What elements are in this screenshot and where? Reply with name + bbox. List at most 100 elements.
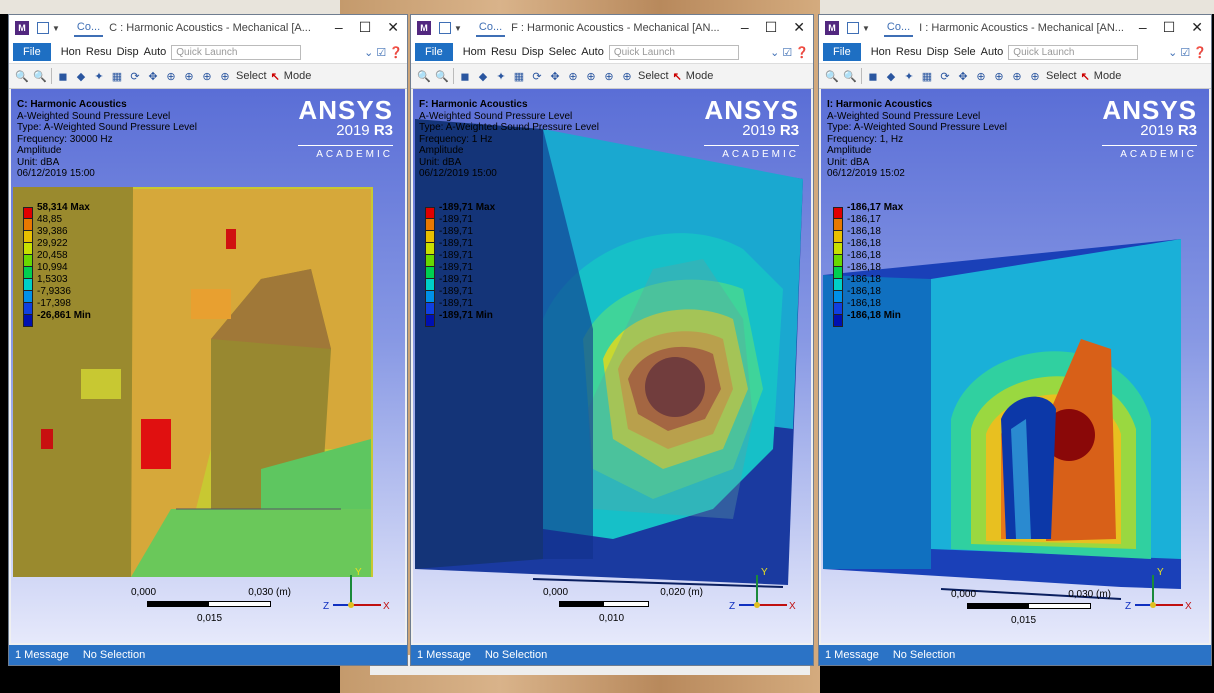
- zoom-box-icon[interactable]: ⊕: [182, 69, 196, 83]
- ribbon-tab-home[interactable]: Hom: [463, 46, 486, 58]
- zoom-in-icon[interactable]: ⊕: [974, 69, 988, 83]
- zoom-fit-icon[interactable]: ⊕: [602, 69, 616, 83]
- quick-launch-input[interactable]: Quick Launch: [608, 44, 739, 60]
- tab-co[interactable]: Co...: [883, 19, 914, 37]
- quick-launch-input[interactable]: Quick Launch: [1008, 44, 1139, 60]
- ribbon-tab-selection[interactable]: Sele: [954, 46, 976, 58]
- messages-status[interactable]: 1 Message: [825, 649, 879, 661]
- zoom-icon[interactable]: 🔍: [825, 69, 839, 83]
- rotate-icon[interactable]: ⟳: [128, 69, 142, 83]
- pan-icon[interactable]: ✥: [956, 69, 970, 83]
- select-mode-icon[interactable]: ↖: [673, 70, 682, 83]
- tab-co[interactable]: Co...: [73, 19, 104, 37]
- grid-icon[interactable]: ▦: [110, 69, 124, 83]
- axis-triad[interactable]: Y Z X: [1125, 565, 1195, 621]
- zoom-in-icon[interactable]: ⊕: [164, 69, 178, 83]
- face-icon[interactable]: ◆: [74, 69, 88, 83]
- mode-dropdown[interactable]: Mode: [284, 70, 312, 82]
- file-button[interactable]: File: [415, 43, 453, 61]
- save-icon[interactable]: [439, 22, 451, 34]
- messages-status[interactable]: 1 Message: [15, 649, 69, 661]
- zoom-box-icon[interactable]: ⊕: [992, 69, 1006, 83]
- quick-launch-input[interactable]: Quick Launch: [171, 44, 302, 60]
- zoom-icon[interactable]: 🔍: [15, 69, 29, 83]
- file-button[interactable]: File: [13, 43, 51, 61]
- grid-icon[interactable]: ▦: [920, 69, 934, 83]
- ribbon-tab-home[interactable]: Hon: [61, 46, 81, 58]
- ribbon-tab-selection[interactable]: Selec: [549, 46, 577, 58]
- axis-triad[interactable]: Y Z X: [323, 565, 393, 621]
- graphics-viewport[interactable]: I: Harmonic Acoustics A-Weighted Sound P…: [821, 89, 1209, 643]
- graphics-viewport[interactable]: F: Harmonic Acoustics A-Weighted Sound P…: [413, 89, 811, 643]
- ribbon-tab-display[interactable]: Disp: [522, 46, 544, 58]
- zoom-fit-icon[interactable]: ⊕: [200, 69, 214, 83]
- minimize-icon[interactable]: –: [335, 19, 343, 36]
- title-bar[interactable]: M ▼ Co... F : Harmonic Acoustics - Mecha…: [411, 15, 813, 41]
- mode-dropdown[interactable]: Mode: [686, 70, 714, 82]
- zoom-out-icon[interactable]: 🔍: [33, 69, 47, 83]
- ribbon-tab-automation[interactable]: Auto: [144, 46, 167, 58]
- select-mode-icon[interactable]: ↖: [1081, 70, 1090, 83]
- edge-icon[interactable]: ✦: [494, 69, 508, 83]
- ribbon-options-icon[interactable]: ⌄ ☑ ❓: [1168, 46, 1207, 59]
- rotate-icon[interactable]: ⟳: [530, 69, 544, 83]
- ribbon-tab-display[interactable]: Disp: [927, 46, 949, 58]
- edge-icon[interactable]: ✦: [902, 69, 916, 83]
- face-icon[interactable]: ◆: [476, 69, 490, 83]
- mechanical-app-icon[interactable]: M: [825, 21, 839, 35]
- grid-icon[interactable]: ▦: [512, 69, 526, 83]
- axis-triad[interactable]: Y Z X: [729, 565, 799, 621]
- close-icon[interactable]: ✕: [1191, 19, 1203, 36]
- tab-co[interactable]: Co...: [475, 19, 506, 37]
- minimize-icon[interactable]: –: [1139, 19, 1147, 36]
- rotate-icon[interactable]: ⟳: [938, 69, 952, 83]
- ribbon-options-icon[interactable]: ⌄ ☑ ❓: [364, 46, 403, 59]
- zoom-to-fit-icon[interactable]: ⊕: [1028, 69, 1042, 83]
- zoom-to-fit-icon[interactable]: ⊕: [218, 69, 232, 83]
- graphics-viewport[interactable]: C: Harmonic Acoustics A-Weighted Sound P…: [11, 89, 405, 643]
- zoom-fit-icon[interactable]: ⊕: [1010, 69, 1024, 83]
- messages-status[interactable]: 1 Message: [417, 649, 471, 661]
- zoom-box-icon[interactable]: ⊕: [584, 69, 598, 83]
- ribbon-tab-result[interactable]: Resu: [491, 46, 517, 58]
- minimize-icon[interactable]: –: [741, 19, 749, 36]
- body-icon[interactable]: ◼: [866, 69, 880, 83]
- zoom-icon[interactable]: 🔍: [417, 69, 431, 83]
- maximize-icon[interactable]: ☐: [1163, 19, 1176, 36]
- maximize-icon[interactable]: ☐: [359, 19, 372, 36]
- quick-access-dropdown-icon[interactable]: ▼: [52, 24, 60, 33]
- zoom-out-icon[interactable]: 🔍: [435, 69, 449, 83]
- zoom-out-icon[interactable]: 🔍: [843, 69, 857, 83]
- window-i[interactable]: M ▼ Co... I : Harmonic Acoustics - Mecha…: [818, 14, 1212, 666]
- close-icon[interactable]: ✕: [793, 19, 805, 36]
- ribbon-tab-result[interactable]: Resu: [86, 46, 112, 58]
- mode-dropdown[interactable]: Mode: [1094, 70, 1122, 82]
- face-icon[interactable]: ◆: [884, 69, 898, 83]
- ribbon-tab-home[interactable]: Hon: [871, 46, 891, 58]
- window-f[interactable]: M ▼ Co... F : Harmonic Acoustics - Mecha…: [410, 14, 814, 666]
- quick-access-dropdown-icon[interactable]: ▼: [454, 24, 462, 33]
- edge-icon[interactable]: ✦: [92, 69, 106, 83]
- file-button[interactable]: File: [823, 43, 861, 61]
- mechanical-app-icon[interactable]: M: [417, 21, 431, 35]
- ribbon-tab-automation[interactable]: Auto: [981, 46, 1004, 58]
- zoom-in-icon[interactable]: ⊕: [566, 69, 580, 83]
- pan-icon[interactable]: ✥: [548, 69, 562, 83]
- window-c[interactable]: M ▼ Co... C : Harmonic Acoustics - Mecha…: [8, 14, 408, 666]
- mechanical-app-icon[interactable]: M: [15, 21, 29, 35]
- save-icon[interactable]: [847, 22, 859, 34]
- body-icon[interactable]: ◼: [458, 69, 472, 83]
- ribbon-tab-display[interactable]: Disp: [117, 46, 139, 58]
- select-button[interactable]: Select: [638, 70, 669, 82]
- ribbon-tab-result[interactable]: Resu: [896, 46, 922, 58]
- title-bar[interactable]: M ▼ Co... C : Harmonic Acoustics - Mecha…: [9, 15, 407, 41]
- select-button[interactable]: Select: [236, 70, 267, 82]
- ribbon-tab-automation[interactable]: Auto: [581, 46, 604, 58]
- body-icon[interactable]: ◼: [56, 69, 70, 83]
- title-bar[interactable]: M ▼ Co... I : Harmonic Acoustics - Mecha…: [819, 15, 1211, 41]
- save-icon[interactable]: [37, 22, 49, 34]
- maximize-icon[interactable]: ☐: [765, 19, 778, 36]
- pan-icon[interactable]: ✥: [146, 69, 160, 83]
- select-mode-icon[interactable]: ↖: [271, 70, 280, 83]
- close-icon[interactable]: ✕: [387, 19, 399, 36]
